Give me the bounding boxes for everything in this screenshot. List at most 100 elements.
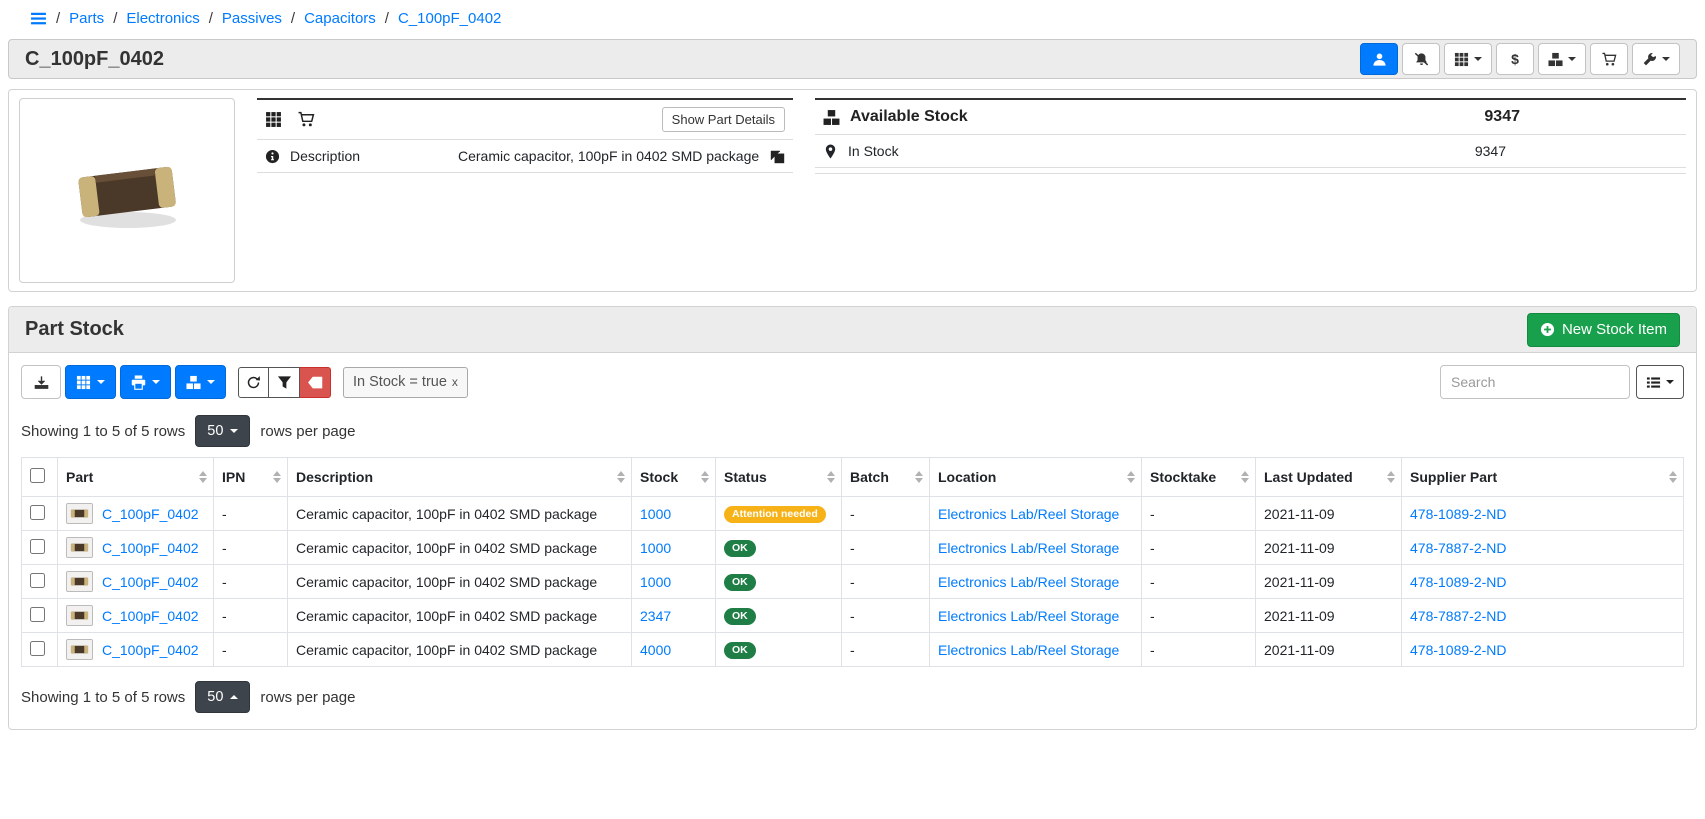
- filter-button[interactable]: [269, 367, 300, 398]
- page-title: C_100pF_0402: [25, 48, 164, 71]
- last-updated-cell: 2021-11-09: [1256, 599, 1402, 633]
- column-header-location[interactable]: Location: [930, 458, 1142, 497]
- stock-link[interactable]: 1000: [640, 574, 671, 590]
- status-badge: OK: [724, 574, 756, 591]
- hamburger-menu-icon[interactable]: [30, 10, 47, 27]
- show-part-details-button[interactable]: Show Part Details: [662, 107, 785, 132]
- row-checkbox[interactable]: [30, 641, 45, 656]
- part-details-table: Show Part Details Description Ceramic ca…: [257, 98, 793, 173]
- rows-per-page-text: rows per page: [260, 689, 355, 706]
- supplier-part-link[interactable]: 478-1089-2-ND: [1410, 642, 1507, 658]
- supplier-part-link[interactable]: 478-7887-2-ND: [1410, 608, 1507, 624]
- part-thumbnail[interactable]: [66, 605, 93, 626]
- breadcrumb-link-electronics[interactable]: Electronics: [126, 10, 199, 27]
- column-header-supplier-part[interactable]: Supplier Part: [1402, 458, 1684, 497]
- refresh-icon: [246, 375, 261, 390]
- stock-link[interactable]: 2347: [640, 608, 671, 624]
- supplier-part-link[interactable]: 478-1089-2-ND: [1410, 506, 1507, 522]
- backspace-icon: [308, 375, 323, 390]
- part-link[interactable]: C_100pF_0402: [102, 574, 199, 590]
- column-header-last-updated[interactable]: Last Updated: [1256, 458, 1402, 497]
- refresh-button[interactable]: [238, 367, 269, 398]
- column-header-stock[interactable]: Stock: [632, 458, 716, 497]
- batch-cell: -: [842, 565, 930, 599]
- column-header-ipn[interactable]: IPN: [214, 458, 288, 497]
- stock-link[interactable]: 1000: [640, 540, 671, 556]
- breadcrumb-link-passives[interactable]: Passives: [222, 10, 282, 27]
- part-link[interactable]: C_100pF_0402: [102, 642, 199, 658]
- subscribe-button[interactable]: [1360, 43, 1398, 75]
- location-link[interactable]: Electronics Lab/Reel Storage: [938, 506, 1119, 522]
- stock-actions-button[interactable]: [1538, 43, 1586, 75]
- stock-link[interactable]: 1000: [640, 506, 671, 522]
- column-header-status[interactable]: Status: [716, 458, 842, 497]
- row-checkbox[interactable]: [30, 539, 45, 554]
- status-badge: OK: [724, 540, 756, 557]
- column-header-part[interactable]: Part: [58, 458, 214, 497]
- stock-cell: 1000: [632, 531, 716, 565]
- row-checkbox[interactable]: [30, 505, 45, 520]
- wrench-icon: [1642, 52, 1657, 67]
- ipn-cell: -: [214, 565, 288, 599]
- select-all-checkbox[interactable]: [30, 468, 45, 483]
- breadcrumb-link-parts[interactable]: Parts: [69, 10, 104, 27]
- part-thumbnail[interactable]: [66, 537, 93, 558]
- page-size-dropdown[interactable]: 50: [195, 415, 250, 447]
- clear-filters-button[interactable]: [300, 367, 331, 398]
- part-actions-button[interactable]: [1632, 43, 1680, 75]
- status-cell: OK: [716, 565, 842, 599]
- print-actions-button[interactable]: [120, 365, 171, 399]
- supplier-part-link[interactable]: 478-7887-2-ND: [1410, 540, 1507, 556]
- column-header-description[interactable]: Description: [288, 458, 632, 497]
- export-button[interactable]: [21, 365, 61, 399]
- part-link[interactable]: C_100pF_0402: [102, 506, 199, 522]
- supplier-part-link[interactable]: 478-1089-2-ND: [1410, 574, 1507, 590]
- supplier-part-cell: 478-1089-2-ND: [1402, 633, 1684, 667]
- breadcrumb-link-current-part[interactable]: C_100pF_0402: [398, 10, 501, 27]
- new-stock-item-label: New Stock Item: [1562, 321, 1667, 338]
- table-row: C_100pF_0402 - Ceramic capacitor, 100pF …: [22, 531, 1684, 565]
- part-thumbnail[interactable]: [66, 571, 93, 592]
- batch-cell: -: [842, 531, 930, 565]
- sort-icon: [915, 471, 923, 483]
- part-thumbnail[interactable]: [66, 639, 93, 660]
- copy-icon[interactable]: [770, 149, 785, 164]
- row-checkbox[interactable]: [30, 607, 45, 622]
- page-size-dropdown[interactable]: 50: [195, 681, 250, 713]
- row-checkbox[interactable]: [30, 573, 45, 588]
- supplier-part-cell: 478-7887-2-ND: [1402, 599, 1684, 633]
- chevron-down-icon: [230, 429, 238, 433]
- location-link[interactable]: Electronics Lab/Reel Storage: [938, 608, 1119, 624]
- barcode-actions-button[interactable]: [1444, 43, 1492, 75]
- part-link[interactable]: C_100pF_0402: [102, 608, 199, 624]
- column-header-stocktake[interactable]: Stocktake: [1142, 458, 1256, 497]
- order-part-button[interactable]: [1590, 43, 1628, 75]
- stock-toolbar: In Stock = true x: [9, 353, 1696, 405]
- page-size-value: 50: [207, 423, 223, 439]
- part-image[interactable]: [19, 98, 235, 283]
- part-thumbnail[interactable]: [66, 503, 93, 524]
- remove-filter-icon[interactable]: x: [452, 375, 458, 389]
- sort-icon: [199, 471, 207, 483]
- location-link[interactable]: Electronics Lab/Reel Storage: [938, 540, 1119, 556]
- unsubscribe-button[interactable]: [1402, 43, 1440, 75]
- chevron-down-icon: [1662, 57, 1670, 61]
- columns-dropdown-button[interactable]: [65, 365, 116, 399]
- pagination-bottom: Showing 1 to 5 of 5 rows 50 rows per pag…: [9, 667, 1696, 729]
- toolbar-right: [1440, 365, 1684, 399]
- stock-link[interactable]: 4000: [640, 642, 671, 658]
- page-size-value: 50: [207, 689, 223, 705]
- location-pin-icon: [823, 144, 838, 159]
- part-link[interactable]: C_100pF_0402: [102, 540, 199, 556]
- available-stock-total: 9347: [1484, 108, 1678, 126]
- new-stock-item-button[interactable]: New Stock Item: [1527, 313, 1680, 347]
- location-link[interactable]: Electronics Lab/Reel Storage: [938, 574, 1119, 590]
- view-mode-button[interactable]: [1636, 365, 1684, 399]
- pricing-button[interactable]: $: [1496, 43, 1534, 75]
- grid-icon: [76, 375, 91, 390]
- column-header-batch[interactable]: Batch: [842, 458, 930, 497]
- stock-options-button[interactable]: [175, 365, 226, 399]
- location-link[interactable]: Electronics Lab/Reel Storage: [938, 642, 1119, 658]
- breadcrumb-link-capacitors[interactable]: Capacitors: [304, 10, 376, 27]
- search-input[interactable]: [1440, 365, 1630, 399]
